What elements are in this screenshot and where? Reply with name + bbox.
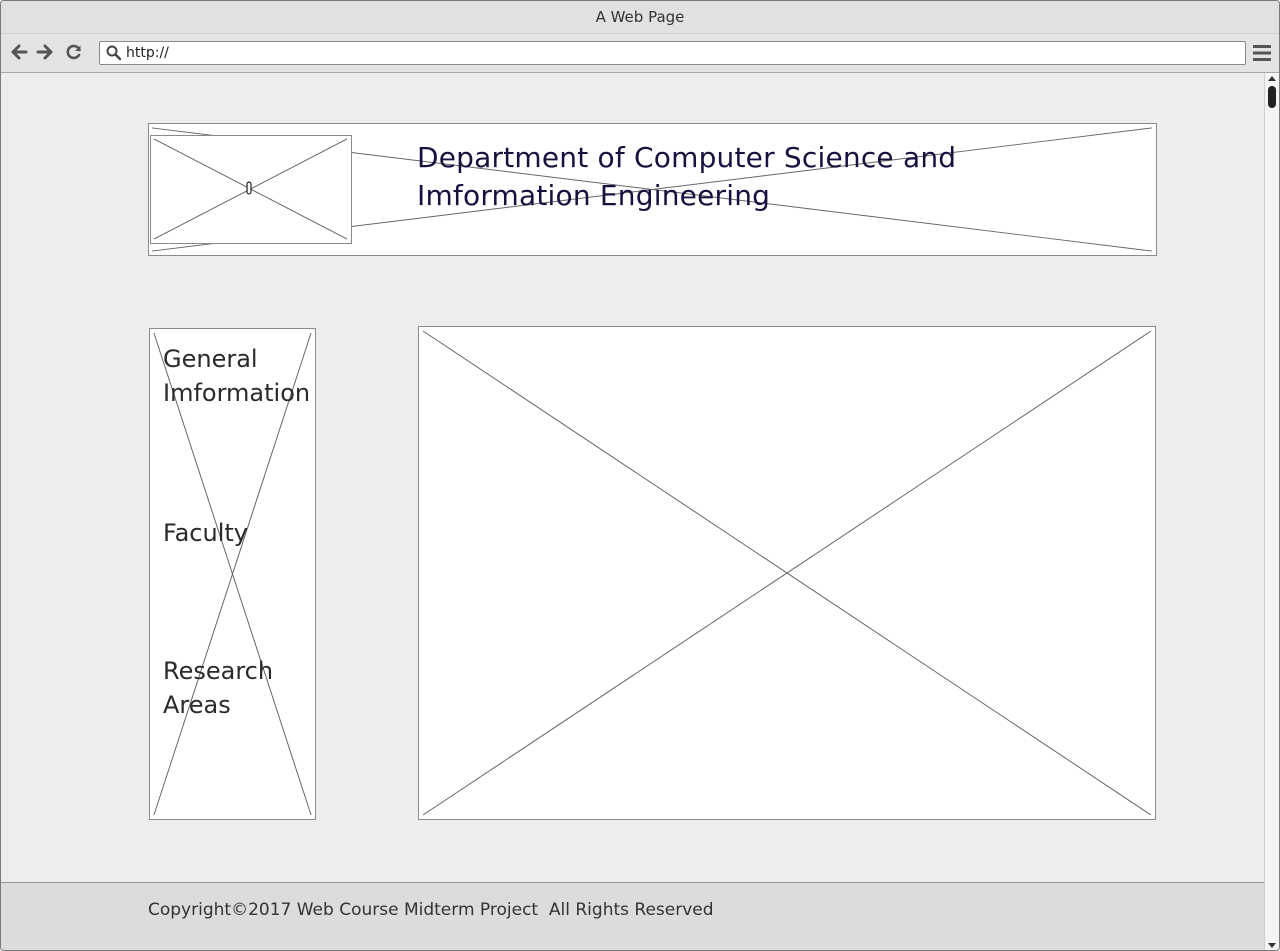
sidebar-item-general-information[interactable]: General Imformation bbox=[163, 342, 323, 410]
browser-window: A Web Page http:// Department of Compute… bbox=[0, 0, 1280, 951]
browser-menu-button[interactable] bbox=[1252, 44, 1272, 66]
address-bar[interactable] bbox=[99, 41, 1246, 65]
reload-button[interactable] bbox=[64, 42, 84, 62]
back-button[interactable] bbox=[9, 42, 29, 62]
sidebar-item-faculty[interactable]: Faculty bbox=[163, 516, 323, 550]
reload-icon bbox=[66, 44, 81, 60]
forward-button[interactable] bbox=[35, 42, 55, 62]
placeholder-cross bbox=[153, 138, 348, 240]
logo-image-placeholder bbox=[150, 135, 352, 244]
url-input[interactable] bbox=[126, 43, 1236, 63]
page-footer: Copyright©2017 Web Course Midterm Projec… bbox=[1, 882, 1264, 950]
arrow-left-icon bbox=[11, 44, 28, 60]
hamburger-menu-icon bbox=[1253, 45, 1271, 61]
scroll-thumb[interactable] bbox=[1268, 86, 1276, 108]
arrow-right-icon bbox=[36, 44, 53, 60]
window-title: A Web Page bbox=[1, 1, 1279, 34]
scroll-down-arrow-icon[interactable] bbox=[1268, 943, 1276, 948]
placeholder-cross bbox=[422, 330, 1152, 816]
page-viewport: Department of Computer Science and Imfor… bbox=[1, 73, 1263, 883]
main-content-placeholder bbox=[418, 326, 1156, 820]
copyright-text: Copyright©2017 Web Course Midterm Projec… bbox=[148, 900, 714, 920]
search-icon bbox=[106, 45, 122, 61]
sidebar-item-research-areas[interactable]: Research Areas bbox=[163, 654, 323, 722]
scroll-up-arrow-icon[interactable] bbox=[1268, 76, 1276, 81]
page-title: Department of Computer Science and Imfor… bbox=[417, 141, 957, 212]
vertical-scrollbar[interactable] bbox=[1264, 73, 1279, 950]
browser-toolbar bbox=[1, 34, 1279, 73]
